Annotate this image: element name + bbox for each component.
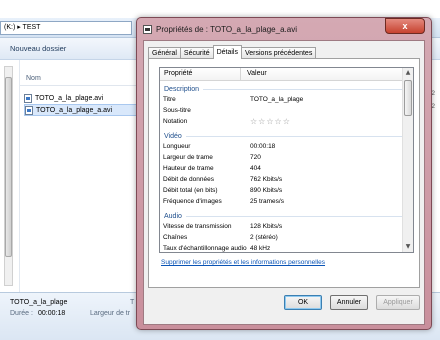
- property-list[interactable]: Propriété Valeur Description Titre TOTO_…: [159, 67, 414, 253]
- property-key: Hauteur de trame: [163, 165, 214, 172]
- property-row[interactable]: Sous-titre: [163, 107, 403, 116]
- column-value-header[interactable]: Valeur: [247, 70, 267, 77]
- details-t-label: T: [130, 299, 135, 306]
- property-value: 25 trames/s: [250, 198, 284, 205]
- video-file-icon: [25, 105, 33, 115]
- section-divider: [185, 135, 402, 137]
- property-key: Vitesse de transmission: [163, 223, 232, 230]
- scrollbar-thumb[interactable]: [404, 80, 412, 116]
- tab-bar: Général Sécurité Détails Versions précéd…: [148, 45, 317, 59]
- close-button[interactable]: x: [385, 18, 425, 34]
- remove-properties-link[interactable]: Supprimer les propriétés et les informat…: [161, 259, 325, 266]
- property-value: 404: [250, 165, 261, 172]
- property-key: Titre: [163, 96, 176, 103]
- property-value: 00:00:18: [250, 143, 276, 150]
- tab-details[interactable]: Détails: [212, 45, 242, 59]
- column-header-name[interactable]: Nom: [20, 72, 140, 86]
- property-row[interactable]: Fréquence d'images 25 trames/s: [163, 198, 403, 207]
- navigation-pane: [0, 60, 20, 292]
- property-key: Longueur: [163, 143, 191, 150]
- property-key: Notation: [163, 118, 188, 125]
- details-frame-width-label: Largeur de tr: [90, 310, 131, 317]
- apply-button[interactable]: Appliquer: [376, 295, 420, 310]
- details-duration-label: Durée :: [10, 310, 33, 317]
- property-row[interactable]: Titre TOTO_a_la_plage: [163, 96, 403, 105]
- property-row[interactable]: Taux d'échantillonnage audio 48 kHz: [163, 245, 403, 252]
- details-tab-panel: Propriété Valeur Description Titre TOTO_…: [148, 58, 420, 288]
- scroll-down-arrow-icon[interactable]: ▼: [403, 242, 413, 252]
- properties-dialog: Propriétés de : TOTO_a_la_plage_a.avi x …: [136, 17, 432, 330]
- property-value[interactable]: TOTO_a_la_plage: [250, 96, 303, 103]
- property-value: 48 kHz: [250, 245, 271, 252]
- property-list-scrollbar[interactable]: ▲ ▼: [402, 68, 413, 252]
- section-label: Audio: [164, 212, 182, 220]
- file-item[interactable]: TOTO_a_la_plage.avi: [24, 92, 139, 104]
- property-value: 890 Kbits/s: [250, 187, 283, 194]
- file-name: TOTO_a_la_plage_a.avi: [36, 106, 113, 114]
- property-list-header: Propriété Valeur: [160, 68, 403, 81]
- column-divider[interactable]: [240, 68, 241, 81]
- file-icon: [143, 24, 152, 34]
- ok-button[interactable]: OK: [284, 295, 322, 310]
- property-row[interactable]: Hauteur de trame 404: [163, 165, 403, 174]
- section-audio: Audio: [164, 211, 402, 221]
- property-key: Largeur de trame: [163, 154, 213, 161]
- video-file-icon: [24, 93, 32, 103]
- property-key: Taux d'échantillonnage audio: [163, 245, 247, 252]
- property-row[interactable]: Longueur 00:00:18: [163, 143, 403, 152]
- section-label: Vidéo: [164, 132, 182, 140]
- property-key: Fréquence d'images: [163, 198, 222, 205]
- column-property-header[interactable]: Propriété: [164, 70, 192, 77]
- property-key: Chaînes: [163, 234, 188, 241]
- dialog-title-bar[interactable]: Propriétés de : TOTO_a_la_plage_a.avi: [143, 20, 343, 38]
- column-name-label: Nom: [26, 75, 41, 82]
- property-row[interactable]: Vitesse de transmission 128 Kbits/s: [163, 223, 403, 232]
- property-row[interactable]: Débit total (en bits) 890 Kbits/s: [163, 187, 403, 196]
- section-divider: [203, 88, 402, 90]
- file-item-selected[interactable]: TOTO_a_la_plage_a.avi: [24, 104, 139, 116]
- property-row[interactable]: Largeur de trame 720: [163, 154, 403, 163]
- new-folder-button[interactable]: Nouveau dossier: [10, 44, 66, 53]
- section-divider: [185, 215, 402, 217]
- nav-scrollbar[interactable]: [4, 66, 13, 286]
- details-duration-value: 00:00:18: [38, 310, 66, 317]
- property-value: 720: [250, 154, 261, 161]
- address-field[interactable]: (K:) ▸ TEST: [0, 21, 132, 35]
- rating-stars-icon[interactable]: ☆☆☆☆☆: [250, 117, 291, 126]
- section-video: Vidéo: [164, 131, 402, 141]
- property-key: Débit total (en bits): [163, 187, 218, 194]
- property-value: 762 Kbits/s: [250, 176, 283, 183]
- details-file-name: TOTO_a_la_plage: [10, 299, 68, 306]
- scroll-up-arrow-icon[interactable]: ▲: [403, 68, 413, 78]
- property-value: 2 (stéréo): [250, 234, 278, 241]
- property-row[interactable]: Chaînes 2 (stéréo): [163, 234, 403, 243]
- file-name: TOTO_a_la_plage.avi: [35, 94, 104, 102]
- property-row[interactable]: Notation ☆☆☆☆☆: [163, 117, 403, 127]
- section-label: Description: [164, 85, 200, 93]
- property-value: 128 Kbits/s: [250, 223, 283, 230]
- property-row[interactable]: Débit de données 762 Kbits/s: [163, 176, 403, 185]
- section-description: Description: [164, 84, 402, 94]
- dialog-title: Propriétés de : TOTO_a_la_plage_a.avi: [156, 24, 297, 34]
- dialog-buttons: OK Annuler Appliquer: [144, 295, 426, 315]
- nav-scrollbar-thumb[interactable]: [5, 77, 12, 257]
- cancel-button[interactable]: Annuler: [330, 295, 368, 310]
- property-key: Sous-titre: [163, 107, 191, 114]
- property-key: Débit de données: [163, 176, 214, 183]
- dialog-body: Général Sécurité Détails Versions précéd…: [143, 40, 425, 325]
